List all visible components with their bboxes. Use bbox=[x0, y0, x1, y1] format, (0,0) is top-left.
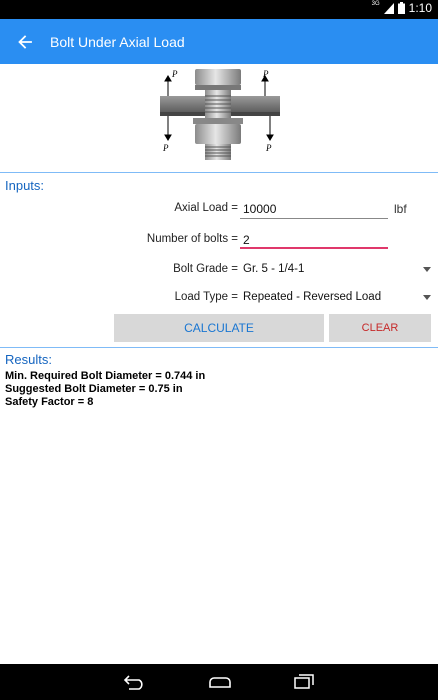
home-nav-icon[interactable] bbox=[207, 674, 233, 690]
num-bolts-input[interactable]: 2 bbox=[243, 233, 250, 247]
network-type: 3G bbox=[371, 1, 380, 7]
page-title: Bolt Under Axial Load bbox=[50, 33, 185, 50]
battery-icon bbox=[397, 2, 405, 14]
result-safety-factor: Safety Factor = 8 bbox=[5, 396, 94, 408]
axial-load-underline bbox=[240, 218, 388, 219]
clear-button[interactable]: CLEAR bbox=[329, 314, 431, 342]
results-title: Results: bbox=[5, 352, 52, 367]
num-bolts-label: Number of bolts = bbox=[146, 233, 238, 245]
app-bar: Bolt Under Axial Load bbox=[0, 19, 438, 64]
axial-load-label: Axial Load = bbox=[174, 202, 238, 214]
load-label-bottom-right: P bbox=[265, 143, 272, 153]
navigation-bar bbox=[0, 664, 438, 700]
calculate-button[interactable]: CALCULATE bbox=[114, 314, 324, 342]
bolt-grade-label: Bolt Grade = bbox=[173, 263, 238, 275]
num-bolts-underline bbox=[240, 247, 388, 249]
divider-top bbox=[0, 172, 438, 173]
clock: 1:10 bbox=[408, 1, 432, 15]
signal-icon bbox=[383, 2, 394, 14]
load-type-label: Load Type = bbox=[174, 291, 238, 303]
load-type-dropdown-icon[interactable] bbox=[423, 295, 431, 300]
load-label-top-left: P bbox=[171, 69, 178, 79]
back-button[interactable] bbox=[0, 19, 50, 64]
bolt-diagram-image: P P P P bbox=[160, 69, 280, 160]
arrow-back-icon bbox=[18, 34, 32, 49]
axial-load-unit: lbf bbox=[394, 202, 407, 216]
result-suggested-diameter: Suggested Bolt Diameter = 0.75 in bbox=[5, 383, 183, 395]
load-type-select[interactable]: Repeated - Reversed Load bbox=[243, 291, 381, 303]
back-nav-icon[interactable] bbox=[123, 674, 147, 690]
load-label-top-right: P bbox=[262, 69, 269, 79]
result-min-diameter: Min. Required Bolt Diameter = 0.744 in bbox=[5, 370, 206, 382]
divider-results bbox=[0, 347, 438, 348]
inputs-title: Inputs: bbox=[5, 178, 45, 193]
bolt-grade-select[interactable]: Gr. 5 - 1/4-1 bbox=[243, 263, 304, 275]
status-bar: 3G 1:10 bbox=[0, 0, 438, 19]
bolt-grade-dropdown-icon[interactable] bbox=[423, 267, 431, 272]
load-label-bottom-left: P bbox=[162, 143, 169, 153]
recent-apps-nav-icon[interactable] bbox=[293, 674, 315, 690]
axial-load-input[interactable]: 10000 bbox=[243, 202, 276, 216]
